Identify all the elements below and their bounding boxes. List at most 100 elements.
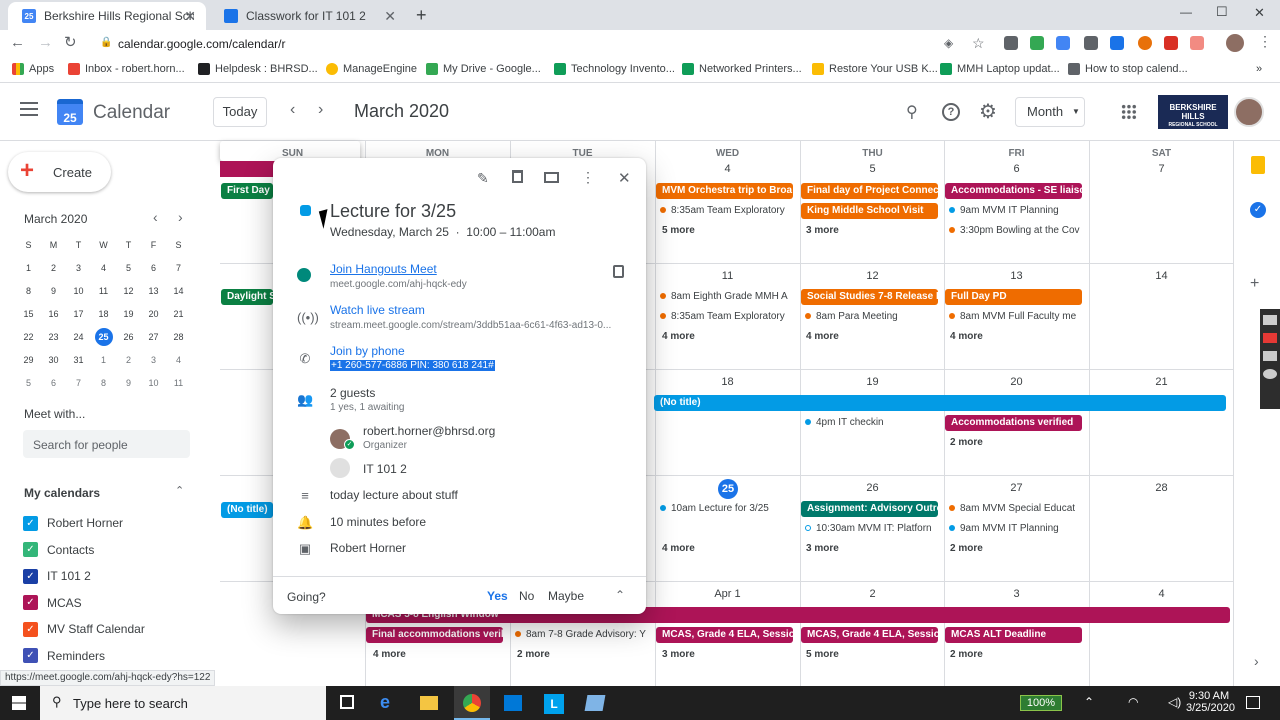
clock[interactable]: 9:30 AM 3/25/2020	[1186, 690, 1235, 714]
calendar-item[interactable]: ✓ MCAS	[23, 595, 82, 611]
extension-icon[interactable]	[1110, 36, 1124, 50]
omnibox[interactable]: 🔒 calendar.google.com/calendar/r ◈ ☆	[92, 32, 992, 56]
mini-day[interactable]: 15	[16, 302, 41, 325]
keep-icon[interactable]	[1251, 156, 1265, 174]
windows-start-icon[interactable]	[12, 696, 26, 710]
event-chip[interactable]: King Middle School Visit	[801, 203, 938, 219]
profile-avatar[interactable]	[1226, 34, 1244, 52]
more-events-link[interactable]: 2 more	[950, 437, 983, 448]
more-events-link[interactable]: 5 more	[806, 649, 839, 660]
new-tab-icon[interactable]: +	[416, 5, 427, 26]
rsvp-maybe-button[interactable]: Maybe	[548, 589, 584, 603]
rsvp-no-button[interactable]: No	[519, 589, 534, 603]
event-chip[interactable]: MCAS ALT Deadline	[945, 627, 1082, 643]
more-events-link[interactable]: 3 more	[662, 649, 695, 660]
event-chip[interactable]: (No title)	[654, 395, 1226, 411]
settings-icon[interactable]	[1263, 369, 1277, 379]
event-chip[interactable]: Social Studies 7-8 Release I	[801, 289, 938, 305]
checkbox-icon[interactable]: ✓	[23, 621, 38, 637]
account-avatar[interactable]	[1234, 97, 1264, 127]
mini-day[interactable]: 5	[116, 256, 141, 279]
copy-icon[interactable]	[613, 265, 624, 278]
app-icon[interactable]	[504, 695, 522, 711]
guest-name[interactable]: IT 101 2	[363, 462, 407, 476]
checkbox-icon[interactable]: ✓	[23, 595, 38, 610]
mini-day[interactable]: 14	[166, 279, 191, 302]
day-number[interactable]: 28	[1089, 482, 1234, 494]
event-chip[interactable]: Assignment: Advisory Outre	[801, 501, 938, 517]
bookmark-manageengine[interactable]: ManageEngine	[326, 63, 417, 75]
edge-icon[interactable]: e	[380, 692, 390, 713]
search-icon[interactable]: ⚲	[906, 102, 918, 122]
mini-day[interactable]: 7	[166, 256, 191, 279]
extension-icon[interactable]	[1084, 36, 1098, 50]
more-events-link[interactable]: 4 more	[950, 331, 983, 342]
day-number[interactable]: 3	[944, 588, 1089, 600]
day-number[interactable]: 4	[1089, 588, 1234, 600]
day-number[interactable]: 19	[800, 376, 945, 388]
calendar-item[interactable]: ✓ Reminders	[23, 648, 105, 664]
more-events-link[interactable]: 4 more	[662, 331, 695, 342]
bookmark-helpdesk[interactable]: Helpdesk : BHRSD...	[198, 63, 318, 75]
checkbox-icon[interactable]: ✓	[23, 515, 38, 531]
event-chip[interactable]: MCAS, Grade 4 ELA, Sessio	[801, 627, 938, 643]
file-explorer-icon[interactable]	[420, 696, 438, 710]
mini-day[interactable]: 9	[41, 279, 66, 302]
event-item[interactable]: 9am MVM IT Planning	[945, 203, 1083, 219]
main-menu-icon[interactable]	[20, 102, 38, 116]
mini-day[interactable]: 16	[41, 302, 66, 325]
event-item[interactable]: 8am 7-8 Grade Advisory: Y	[511, 627, 649, 643]
more-events-link[interactable]: 4 more	[806, 331, 839, 342]
more-events-link[interactable]: 4 more	[662, 543, 695, 554]
bookmark-laptop-update[interactable]: MMH Laptop updat...	[940, 63, 1060, 75]
event-item[interactable]: 8:35am Team Exploratory	[656, 309, 794, 325]
event-chip[interactable]: First Day o	[221, 183, 273, 199]
close-tab-icon[interactable]: ✕	[184, 8, 196, 25]
my-calendars-title[interactable]: My calendars	[24, 486, 100, 500]
mini-day[interactable]: 10	[141, 371, 166, 394]
phone-number-selected[interactable]: +1 260-577-6886 PIN: 380 618 241#	[330, 360, 495, 371]
day-number[interactable]: 21	[1089, 376, 1234, 388]
calendar-item[interactable]: ✓ IT 101 2	[23, 568, 91, 584]
email-guests-icon[interactable]	[544, 172, 559, 183]
join-hangouts-link[interactable]: Join Hangouts Meet	[330, 262, 437, 276]
more-events-link[interactable]: 3 more	[806, 543, 839, 554]
join-by-phone-link[interactable]: Join by phone	[330, 344, 405, 358]
mini-day[interactable]: 1	[91, 348, 116, 371]
event-item[interactable]: 8am MVM Full Faculty me	[945, 309, 1083, 325]
mini-day[interactable]: 26	[116, 325, 141, 348]
today-button[interactable]: Today	[213, 97, 267, 127]
mini-day[interactable]: 11	[91, 279, 116, 302]
record-icon[interactable]	[1263, 333, 1277, 343]
calendar-item[interactable]: ✓ MV Staff Calendar	[23, 621, 145, 637]
app-icon[interactable]	[584, 695, 606, 711]
mini-day[interactable]: 17	[66, 302, 91, 325]
day-number[interactable]: 26	[800, 482, 945, 494]
mini-day[interactable]: 22	[16, 325, 41, 348]
mini-day[interactable]: 13	[141, 279, 166, 302]
rsvp-yes-button[interactable]: Yes	[487, 589, 508, 603]
event-item[interactable]: 10am Lecture for 3/25	[656, 501, 794, 517]
notification-icon[interactable]	[1246, 696, 1260, 709]
day-number[interactable]: 2	[800, 588, 945, 600]
day-number[interactable]: 11	[655, 270, 800, 282]
add-addon-icon[interactable]: +	[1250, 275, 1259, 293]
event-chip[interactable]: Full Day PD	[945, 289, 1082, 305]
mini-day[interactable]: 9	[116, 371, 141, 394]
mini-day[interactable]: 1	[16, 256, 41, 279]
reload-icon[interactable]: ↻	[64, 33, 77, 51]
mini-day[interactable]: 28	[166, 325, 191, 348]
mini-day[interactable]: 25	[91, 325, 116, 348]
event-chip[interactable]: Final day of Project Connec	[801, 183, 938, 199]
gallery-icon[interactable]	[1263, 351, 1277, 361]
event-item[interactable]: 8am Eighth Grade MMH A	[656, 289, 794, 305]
task-view-icon[interactable]	[340, 695, 354, 709]
prev-month-icon[interactable]: ‹	[290, 101, 295, 119]
expand-panel-icon[interactable]: ›	[1254, 653, 1259, 669]
mini-day[interactable]: 2	[116, 348, 141, 371]
event-chip[interactable]: Final accommodations veril	[366, 627, 503, 643]
delete-trash-icon[interactable]	[512, 170, 523, 183]
extension-icon[interactable]	[1138, 36, 1152, 50]
pen-extension-icon[interactable]	[1164, 36, 1178, 50]
bookmark-stop-calendar[interactable]: How to stop calend...	[1068, 63, 1188, 75]
